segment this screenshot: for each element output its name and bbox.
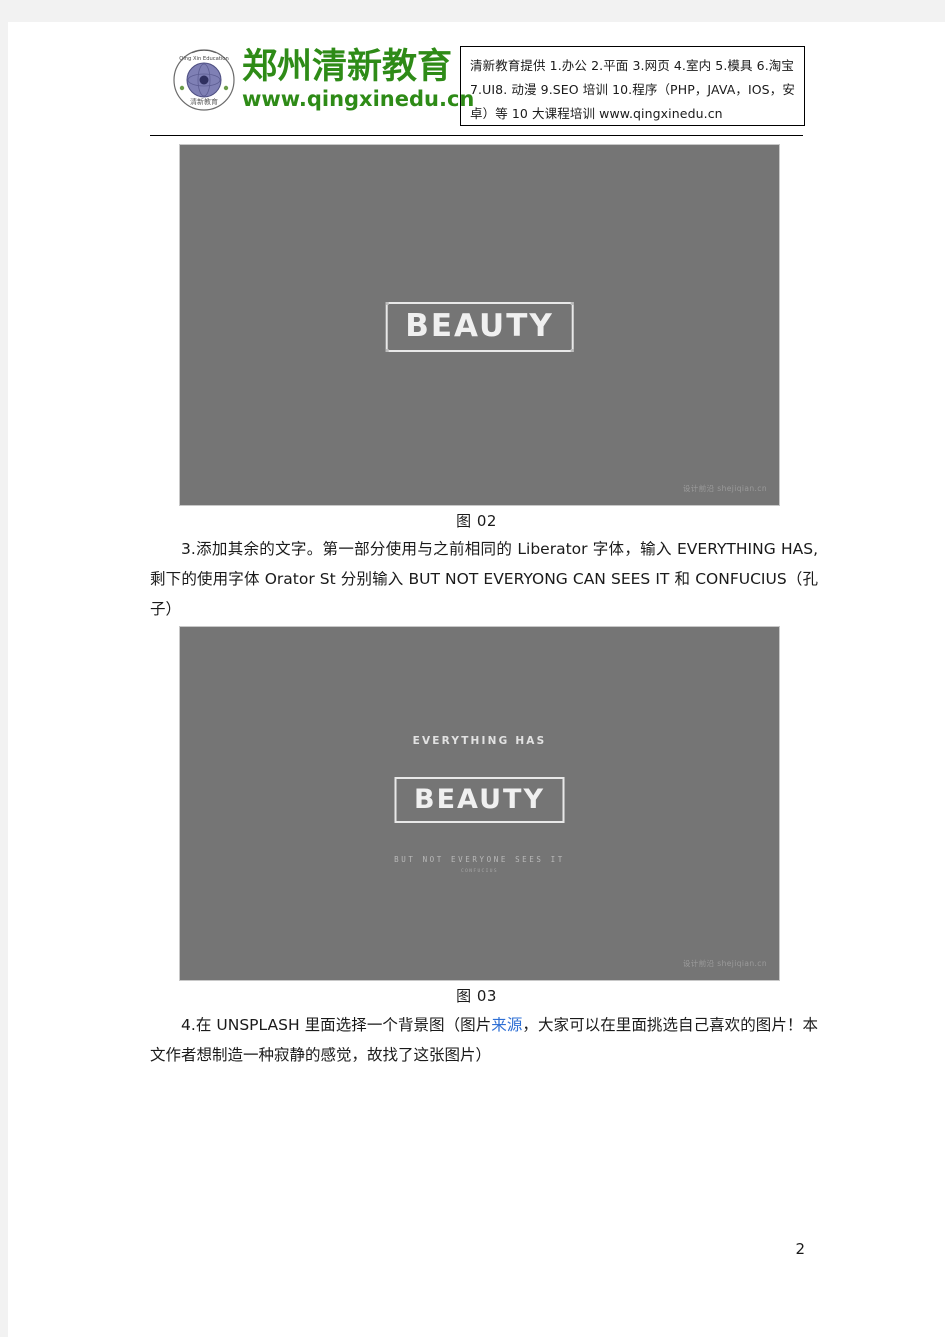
figure-03-caption: 图 03 — [456, 987, 497, 1005]
qingxin-education-seal-icon: Qing Xin Education 清新教育 — [173, 49, 235, 111]
beauty-word: BEAUTY — [405, 308, 554, 344]
brand-name-cn: 郑州清新教育 — [242, 47, 453, 87]
figure-02-caption: 图 02 — [456, 512, 497, 530]
svg-text:Qing Xin Education: Qing Xin Education — [179, 56, 229, 62]
selection-handle-icon — [570, 349, 574, 352]
notice-box: 清新教育提供 1.办公 2.平面 3.网页 4.室内 5.模具 6.淘宝 7.U… — [460, 46, 805, 126]
selection-handle-icon — [570, 302, 574, 305]
selection-handle-icon — [385, 349, 389, 352]
document-page: Qing Xin Education 清新教育 郑州清新教育 www.qingx… — [8, 22, 945, 1337]
source-link[interactable]: 来源 — [491, 1016, 522, 1034]
brand-url: www.qingxinedu.cn — [242, 87, 475, 111]
header-divider — [150, 135, 803, 136]
beauty-framed-text: BEAUTY — [394, 777, 565, 823]
beauty-framed-text: BEAUTY — [385, 302, 574, 352]
everything-has-text: EVERYTHING HAS — [412, 735, 547, 747]
figure-watermark: 设计前沿 shejiqian.cn — [682, 959, 767, 968]
page-header: Qing Xin Education 清新教育 郑州清新教育 www.qingx… — [8, 22, 945, 136]
paragraph-step-3-text: 3.添加其余的文字。第一部分使用与之前相同的 Liberator 字体，输入 E… — [150, 540, 818, 618]
quote-text: BUT NOT EVERYONE SEES IT — [394, 855, 565, 864]
paragraph-step-3: 3.添加其余的文字。第一部分使用与之前相同的 Liberator 字体，输入 E… — [150, 534, 818, 624]
beauty-word: BEAUTY — [414, 784, 545, 815]
brand-block: Qing Xin Education 清新教育 郑州清新教育 www.qingx… — [172, 40, 474, 120]
paragraph-step-4: 4.在 UNSPLASH 里面选择一个背景图（图片来源，大家可以在里面挑选自己喜… — [150, 1010, 818, 1070]
quote-attribution: CONFUCIUS — [461, 869, 498, 874]
figure-watermark: 设计前沿 shejiqian.cn — [682, 484, 767, 493]
paragraph-step-4-text-a: 4.在 UNSPLASH 里面选择一个背景图（图片 — [181, 1016, 492, 1034]
notice-text: 清新教育提供 1.办公 2.平面 3.网页 4.室内 5.模具 6.淘宝 7.U… — [470, 58, 795, 121]
figure-03-image: EVERYTHING HAS BEAUTY BUT NOT EVERYONE S… — [180, 627, 779, 980]
brand-text: 郑州清新教育 www.qingxinedu.cn — [242, 50, 474, 110]
page-number: 2 — [795, 1240, 805, 1258]
selection-handle-icon — [385, 302, 389, 305]
figure-02-image: BEAUTY 设计前沿 shejiqian.cn — [180, 145, 779, 505]
svg-text:清新教育: 清新教育 — [190, 97, 218, 106]
